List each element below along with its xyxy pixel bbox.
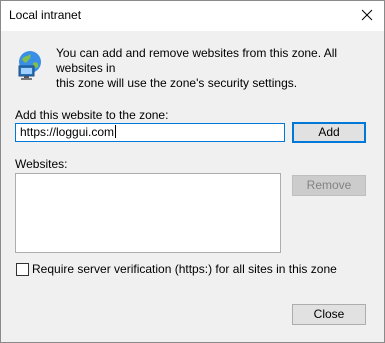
websites-label: Websites: <box>15 157 68 171</box>
websites-list[interactable] <box>15 173 281 253</box>
website-url-input[interactable]: https://loggui.com <box>15 123 285 142</box>
dialog-body: You can add and remove websites from thi… <box>1 31 384 342</box>
add-button[interactable]: Add <box>292 122 366 143</box>
remove-button[interactable]: Remove <box>292 175 366 196</box>
require-https-label[interactable]: Require server verification (https:) for… <box>32 262 337 276</box>
require-https-checkbox[interactable] <box>16 263 29 276</box>
window-title: Local intranet <box>9 8 82 22</box>
add-website-label: Add this website to the zone: <box>15 108 169 122</box>
zone-description: You can add and remove websites from thi… <box>56 46 338 90</box>
globe-computer-icon <box>16 49 48 81</box>
text-caret <box>115 125 117 138</box>
local-intranet-dialog: Local intranet You can add and remove we… <box>0 0 385 343</box>
title-bar: Local intranet <box>1 1 384 31</box>
close-window-icon[interactable] <box>354 3 380 27</box>
close-button[interactable]: Close <box>292 304 366 325</box>
